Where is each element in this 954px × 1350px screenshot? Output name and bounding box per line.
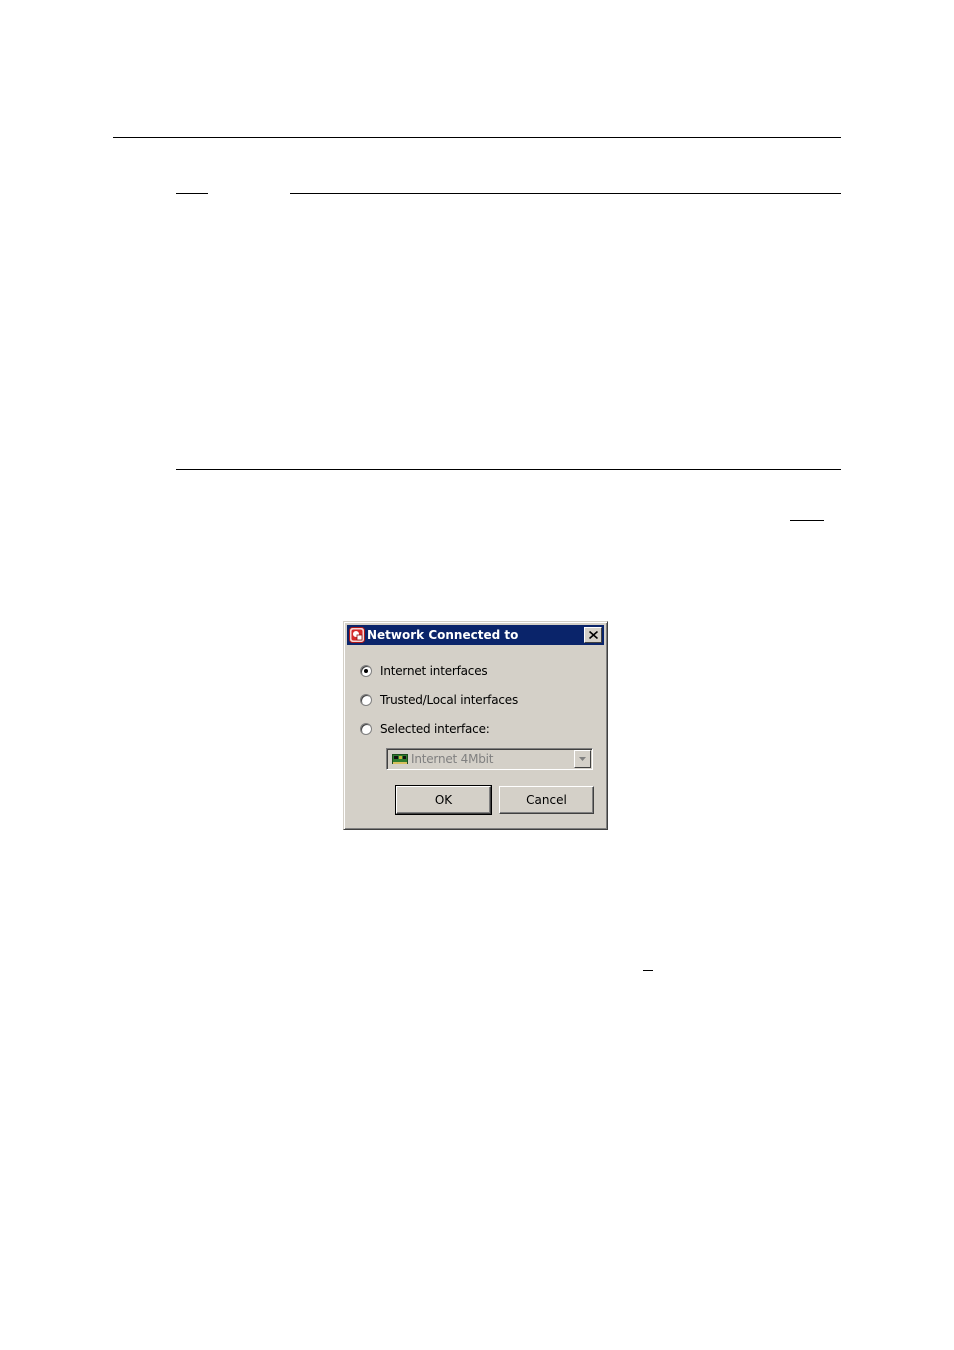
dialog-titlebar[interactable]: Network Connected to [347,625,604,645]
option-internet-interfaces[interactable]: Internet interfaces [360,663,488,679]
chevron-down-icon [579,757,586,761]
app-shield-icon [349,627,365,643]
interface-select-value: Internet 4Mbit [411,752,494,766]
network-card-icon [392,754,408,764]
cancel-button[interactable]: Cancel [499,786,594,814]
header-rule [113,137,841,138]
footnote-underline [643,970,653,971]
close-button[interactable] [584,627,602,643]
section-title-rule [290,193,841,194]
option-label: Selected interface: [380,722,490,736]
radio-trusted-local-interfaces[interactable] [360,694,372,706]
ok-button[interactable]: OK [395,785,492,815]
close-icon [588,631,598,639]
option-label: Trusted/Local interfaces [380,693,518,707]
option-trusted-local-interfaces[interactable]: Trusted/Local interfaces [360,692,518,708]
network-connected-dialog: Network Connected to Internet interfaces… [343,621,608,830]
section-number-underline [176,193,208,194]
option-selected-interface[interactable]: Selected interface: [360,721,490,737]
dropdown-button[interactable] [574,750,591,768]
reference-link-underline [790,520,824,521]
dialog-title: Network Connected to [367,628,519,642]
table-bottom-rule [176,469,841,470]
radio-internet-interfaces[interactable] [360,665,372,677]
option-label: Internet interfaces [380,664,488,678]
radio-selected-interface[interactable] [360,723,372,735]
interface-select[interactable]: Internet 4Mbit [386,748,593,770]
